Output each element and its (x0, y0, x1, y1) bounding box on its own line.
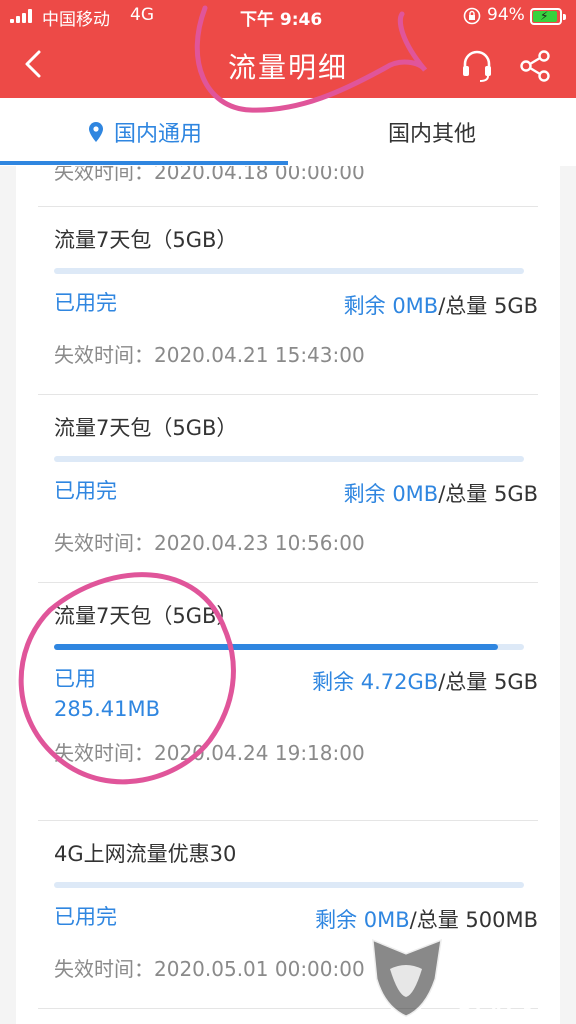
total-amount: /总量 5GB (438, 670, 538, 694)
tab-label: 国内通用 (113, 122, 202, 147)
usage-bar (54, 882, 524, 888)
usage-bar-fill (54, 644, 498, 650)
tab-domestic-other[interactable]: 国内其他 (288, 98, 576, 166)
watermark-text: 黑猫 BLACK CAT (458, 940, 576, 1024)
usage-bar (54, 456, 524, 462)
active-tab-indicator (0, 161, 288, 165)
list-item[interactable]: 流量7天包（5GB） 已用 285.41MB 剩余 4.72GB/总量 5GB … (38, 582, 538, 820)
tab-bar: 国内通用 国内其他 (0, 98, 576, 166)
battery-percent: 94% (487, 5, 525, 25)
package-list[interactable]: 失效时间：2020.04.18 00:00:00 流量7天包（5GB） 已用完 … (16, 166, 560, 1024)
rotation-lock-icon (463, 7, 481, 25)
watermark-cn: 黑猫 (458, 950, 542, 996)
remaining-label: 剩余 (315, 908, 358, 932)
list-item[interactable]: 流量7天包（5GB） 已用完 剩余 0MB/总量 5GB 失效时间：2020.0… (38, 206, 538, 394)
usage-bar (54, 268, 524, 274)
tab-label: 国内其他 (387, 122, 476, 147)
remaining-value: 4.72GB (360, 670, 439, 694)
total-amount: /总量 5GB (438, 294, 538, 318)
status-bar: 中国移动 4G 下午 9:46 94% ⚡ (0, 0, 576, 32)
expiry-time: 失效时间：2020.04.23 10:56:00 (54, 531, 365, 555)
expiry-time: 失效时间：2020.05.01 00:00:00 (54, 957, 365, 981)
remaining-value: 0MB (392, 482, 439, 506)
total-amount: /总量 5GB (438, 482, 538, 506)
package-name: 4G上网流量优惠30 (54, 842, 237, 866)
network-type: 4G (130, 5, 154, 25)
black-cat-logo-icon (370, 936, 444, 1019)
signal-icon (10, 9, 36, 23)
headset-icon[interactable] (458, 46, 496, 84)
list-item[interactable]: 流量7天包（5GB） 已用完 剩余 0MB/总量 5GB 失效时间：2020.0… (38, 394, 538, 582)
remaining-value: 0MB (392, 294, 439, 318)
used-status: 已用 285.41MB (54, 664, 160, 724)
expiry-time: 失效时间：2020.04.24 19:18:00 (54, 741, 365, 765)
app-header: 中国移动 4G 下午 9:46 94% ⚡ 流量明细 (0, 0, 576, 98)
package-name: 流量7天包（5GB） (54, 416, 238, 440)
used-status: 已用完 (54, 905, 117, 929)
package-name: 流量7天包（5GB） (54, 228, 238, 252)
title-bar: 流量明细 (0, 32, 576, 98)
status-time: 下午 9:46 (240, 10, 323, 30)
expiry-time: 失效时间：2020.04.21 15:43:00 (54, 343, 365, 367)
battery-icon: ⚡ (530, 8, 566, 25)
previous-item-expiry: 失效时间：2020.04.18 00:00:00 (54, 166, 365, 184)
location-pin-icon (88, 122, 103, 142)
remaining-total: 剩余 0MB/总量 500MB (315, 904, 538, 934)
share-icon[interactable] (515, 46, 555, 86)
watermark-en: BLACK CAT (458, 1000, 540, 1024)
tab-domestic-general[interactable]: 国内通用 (0, 98, 288, 166)
remaining-total: 剩余 0MB/总量 5GB (344, 478, 538, 508)
remaining-value: 0MB (363, 908, 410, 932)
used-status: 已用完 (54, 291, 117, 315)
remaining-label: 剩余 (343, 482, 386, 506)
remaining-label: 剩余 (312, 670, 355, 694)
carrier-name: 中国移动 (42, 10, 110, 30)
used-label: 已用 (54, 667, 96, 691)
remaining-total: 剩余 0MB/总量 5GB (344, 290, 538, 320)
used-amount: 285.41MB (54, 697, 161, 721)
total-amount: /总量 500MB (409, 908, 538, 932)
remaining-label: 剩余 (343, 294, 386, 318)
package-name: 流量7天包（5GB） (54, 604, 238, 628)
used-status: 已用完 (54, 479, 117, 503)
usage-bar (54, 644, 524, 650)
remaining-total: 剩余 4.72GB/总量 5GB (312, 666, 538, 696)
